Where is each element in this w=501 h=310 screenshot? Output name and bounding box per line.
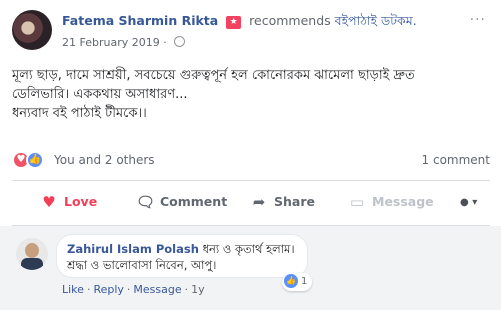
post-body-line: মূল্য ছাড়, দামে সাশ্রয়ী, সবচেয়ে গুরুত… — [12, 68, 415, 83]
message-icon: ▭ — [349, 193, 365, 211]
public-globe-icon — [174, 36, 186, 47]
chevron-down-icon: ▾ — [472, 197, 478, 208]
comment-count-link[interactable]: 1 comment — [422, 153, 490, 167]
commenter-name[interactable]: Zahirul Islam Polash — [67, 242, 199, 256]
audience-selector[interactable]: ● ▾ — [460, 197, 477, 208]
recommendation-star-icon: ★ — [226, 16, 242, 29]
share-label: Share — [274, 194, 315, 209]
comment-label: Comment — [160, 194, 228, 209]
comment-time[interactable]: 1y — [191, 283, 205, 296]
comment-like-link[interactable]: Like — [62, 283, 84, 296]
recommends-label: recommends — [249, 13, 331, 28]
comment-bubble-icon: 🗨 — [136, 193, 156, 211]
like-reaction-icon: 👍 — [26, 151, 44, 169]
comment-button[interactable]: 🗨 Comment — [136, 193, 227, 211]
message-button[interactable]: ▭ Message — [348, 193, 434, 211]
action-bar: ♥ Love 🗨 Comment ➦ Share ▭ Message ● ▾ — [12, 180, 490, 226]
comment-bubble: Zahirul Islam Polash ধন্য ও কৃতার্থ হলাম… — [56, 234, 308, 278]
comment-message-link[interactable]: Message — [133, 283, 181, 296]
author-name[interactable]: Fatema Sharmin Rikta — [62, 13, 218, 28]
commenter-avatar[interactable] — [16, 238, 48, 270]
share-arrow-icon: ➦ — [252, 193, 266, 211]
comment-reaction-count: 1 — [301, 276, 308, 287]
comments-section: Zahirul Islam Polash ধন্য ও কৃতার্থ হলাম… — [0, 226, 501, 310]
post-body-line: ধন্যবাদ বই পাঠাই টীমকে।। — [12, 106, 147, 121]
post-meta: 21 February 2019 · — [62, 36, 186, 49]
reaction-stats: ♥ 👍 You and 2 others 1 comment — [12, 150, 490, 170]
post-name-line: Fatema Sharmin Rikta ★ recommends বইপাঠা… — [62, 13, 417, 33]
post-body: মূল্য ছাড়, দামে সাশ্রয়ী, সবচেয়ে গুরুত… — [12, 66, 492, 123]
like-reaction-icon: 👍 — [284, 274, 298, 288]
comment-text-line: শ্রদ্ধা ও ভালোবাসা নিবেন, আপু। — [67, 258, 217, 272]
page-name-link[interactable]: বইপাঠাই ডটকম. — [335, 13, 417, 28]
message-label: Message — [372, 194, 434, 209]
heart-icon: ♥ — [42, 193, 56, 211]
post-date[interactable]: 21 February 2019 — [62, 36, 160, 49]
audience-icon: ● — [460, 197, 469, 208]
comment-text-line: ধন্য ও কৃতার্থ হলাম। — [202, 242, 295, 256]
author-avatar[interactable] — [12, 10, 52, 50]
love-button[interactable]: ♥ Love — [40, 193, 97, 211]
more-options-icon[interactable]: ··· — [470, 12, 486, 28]
meta-separator: · — [163, 36, 167, 49]
post-body-line: ডেলিভারি। এককথায় অসাধারণ... — [12, 87, 188, 102]
reaction-icons[interactable]: ♥ 👍 — [12, 151, 52, 169]
comment-reaction-badge[interactable]: 👍 1 — [282, 273, 313, 291]
post-header: Fatema Sharmin Rikta ★ recommends বইপাঠা… — [12, 10, 492, 56]
share-button[interactable]: ➦ Share — [250, 193, 315, 211]
reactions-summary[interactable]: You and 2 others — [54, 153, 155, 167]
comment-actions: Like · Reply · Message · 1y — [62, 283, 205, 296]
love-label: Love — [64, 194, 98, 209]
comment-reply-link[interactable]: Reply — [93, 283, 123, 296]
